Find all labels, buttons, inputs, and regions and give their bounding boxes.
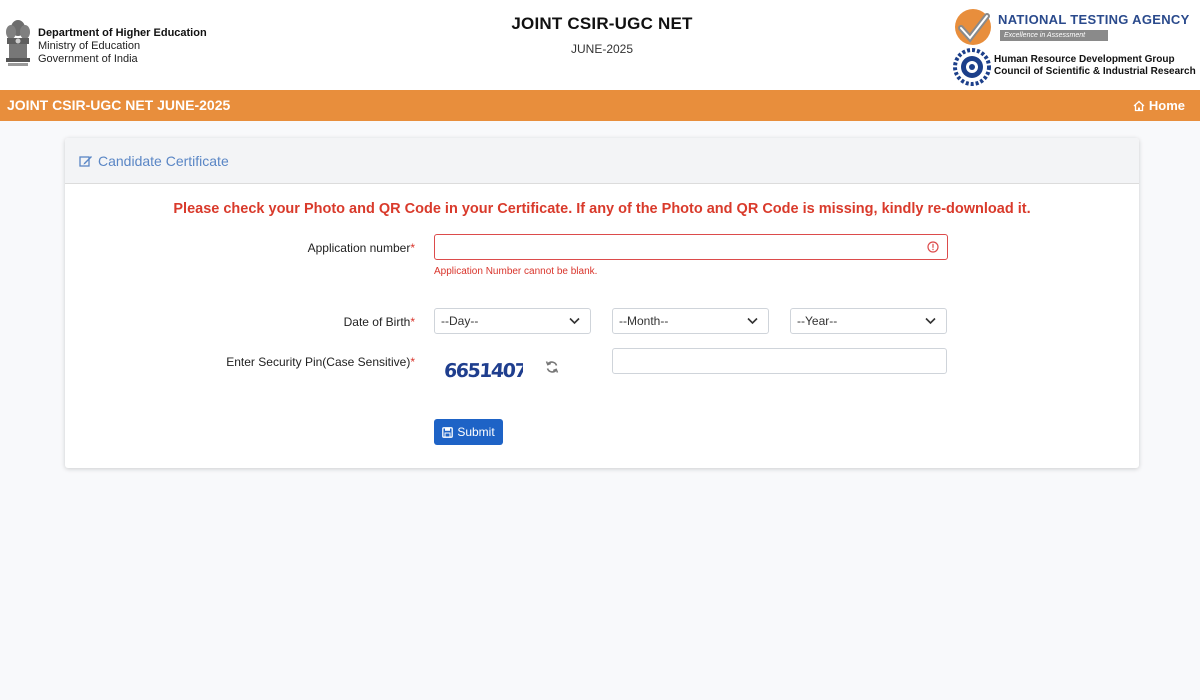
application-number-input[interactable]	[435, 235, 947, 259]
submit-button[interactable]: Submit	[434, 419, 503, 445]
captcha-text: 6651407	[443, 360, 523, 382]
dob-year-value: --Year--	[797, 314, 838, 328]
nav-bar: JOINT CSIR-UGC NET JUNE-2025 Home	[0, 90, 1200, 121]
home-icon	[1133, 100, 1145, 111]
chevron-down-icon	[925, 317, 936, 325]
application-number-error: Application Number cannot be blank.	[434, 266, 598, 277]
application-number-field	[434, 234, 948, 260]
warning-circle-icon	[927, 241, 939, 253]
certificate-card: Candidate Certificate Please check your …	[65, 138, 1139, 468]
required-mark: *	[410, 315, 415, 329]
dob-day-value: --Day--	[441, 314, 479, 328]
dob-label: Date of Birth*	[343, 315, 415, 329]
save-icon	[442, 426, 454, 438]
ashoka-emblem-icon	[6, 20, 30, 66]
edit-icon	[79, 155, 92, 167]
submit-label: Submit	[457, 425, 495, 439]
dob-month-value: --Month--	[619, 314, 669, 328]
captcha-image: 6651407	[443, 360, 523, 382]
dob-month-select[interactable]: --Month--	[612, 308, 769, 334]
required-mark: *	[410, 355, 415, 369]
security-pin-input[interactable]	[613, 349, 946, 373]
home-label: Home	[1148, 98, 1185, 113]
hrd-line-2: Council of Scientific & Industrial Resea…	[994, 66, 1196, 77]
dept-line-1: Department of Higher Education	[38, 27, 207, 39]
nta-logo-icon	[955, 9, 991, 45]
dept-line-3: Government of India	[38, 53, 138, 65]
card-header: Candidate Certificate	[65, 138, 1139, 184]
exam-title-block: JOINT CSIR-UGC NET JUNE-2025	[400, 14, 804, 56]
nta-tagline: Excellence in Assessment	[1000, 30, 1108, 41]
dob-year-select[interactable]: --Year--	[790, 308, 947, 334]
exam-session: JUNE-2025	[570, 42, 634, 56]
chevron-down-icon	[747, 317, 758, 325]
nav-brand[interactable]: JOINT CSIR-UGC NET JUNE-2025	[7, 97, 230, 113]
hrd-line-1: Human Resource Development Group	[994, 54, 1175, 65]
required-mark: *	[410, 241, 415, 255]
application-number-label: Application number*	[307, 241, 415, 255]
card-title: Candidate Certificate	[98, 152, 229, 169]
dept-line-2: Ministry of Education	[38, 40, 141, 52]
exam-title: JOINT CSIR-UGC NET	[511, 14, 693, 33]
nta-name: NATIONAL TESTING AGENCY	[998, 12, 1190, 27]
csir-gear-logo-icon	[953, 48, 991, 86]
home-link[interactable]: Home	[1133, 98, 1185, 113]
security-pin-field	[612, 348, 947, 374]
dob-day-select[interactable]: --Day--	[434, 308, 591, 334]
refresh-icon[interactable]	[545, 360, 559, 374]
photo-qr-notice: Please check your Photo and QR Code in y…	[173, 201, 1031, 217]
department-block: Department of Higher Education Ministry …	[38, 27, 207, 66]
hrd-block: Human Resource Development Group Council…	[994, 54, 1196, 78]
top-header: Department of Higher Education Ministry …	[0, 0, 1200, 90]
security-pin-label: Enter Security Pin(Case Sensitive)*	[226, 355, 415, 369]
chevron-down-icon	[569, 317, 580, 325]
